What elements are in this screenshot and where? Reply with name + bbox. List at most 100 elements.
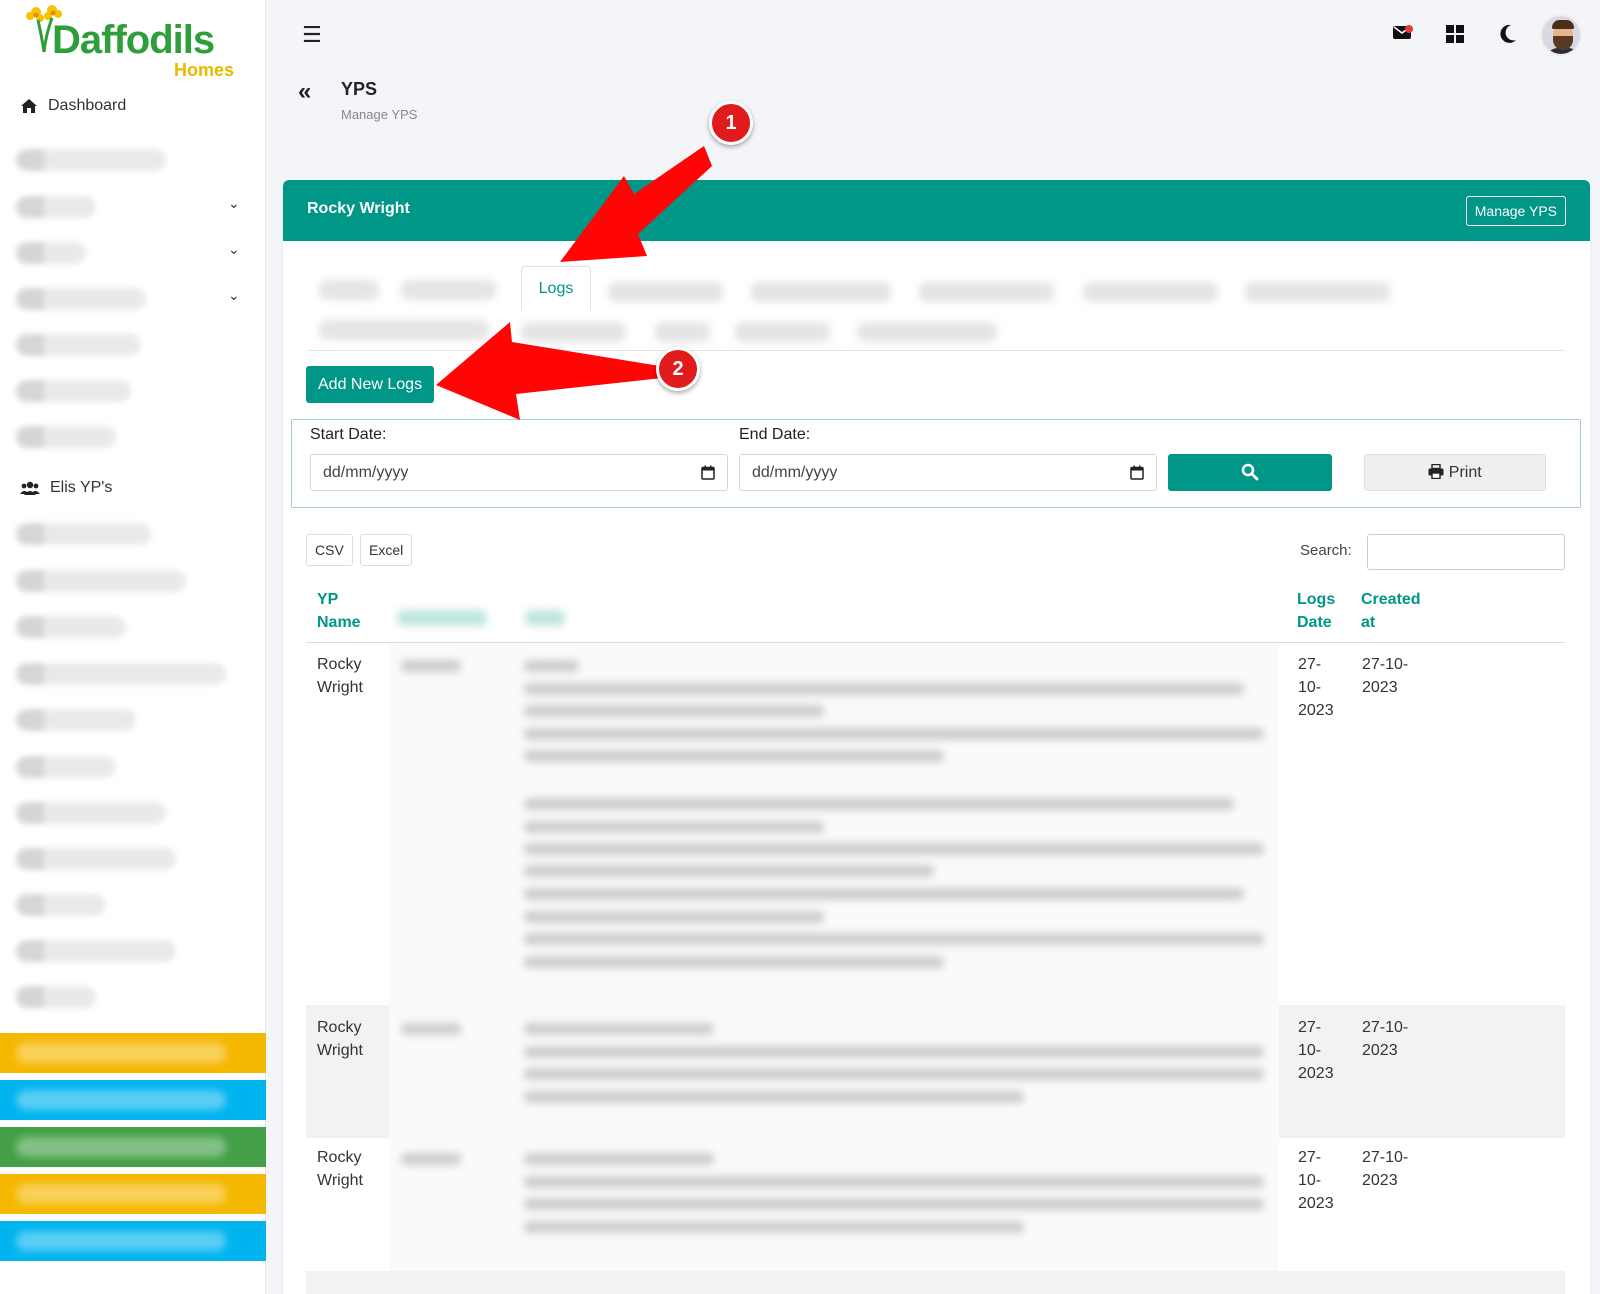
add-new-logs-button[interactable]: Add New Logs bbox=[306, 366, 435, 403]
tab-blurred[interactable] bbox=[319, 280, 379, 300]
cell-logs-date: 27- 10- 2023 bbox=[1298, 1149, 1334, 1212]
sidebar-item-blurred[interactable] bbox=[16, 802, 166, 824]
sidebar-item-blurred[interactable] bbox=[16, 426, 116, 448]
page-title: YPS bbox=[341, 79, 378, 99]
printer-icon bbox=[1428, 463, 1444, 480]
sidebar-item-blurred[interactable] bbox=[16, 986, 96, 1008]
sidebar-item-elis-yps[interactable]: Elis YP's bbox=[20, 479, 112, 497]
sidebar-item-blurred[interactable] bbox=[16, 523, 151, 545]
sidebar-item-blurred[interactable] bbox=[16, 196, 96, 218]
sidebar-item-blurred[interactable] bbox=[16, 663, 226, 685]
start-date-label: Start Date: bbox=[310, 426, 387, 443]
sidebar: Daffodils Homes Dashboard ⌄ ⌄ ⌄ Elis YP'… bbox=[0, 0, 266, 1294]
avatar[interactable] bbox=[1540, 14, 1582, 56]
cell-logs-date: 27- 10- 2023 bbox=[1298, 1019, 1334, 1082]
logo-brand-text: Daffodils bbox=[52, 18, 215, 62]
start-date-input[interactable]: dd/mm/yyyy bbox=[310, 454, 728, 491]
tab-blurred[interactable] bbox=[608, 282, 723, 302]
tab-blurred[interactable] bbox=[751, 282, 891, 302]
column-header-yp-name[interactable]: YP Name bbox=[317, 588, 361, 634]
callout-2-badge: 2 bbox=[656, 347, 700, 391]
double-chevron-left-icon[interactable]: « bbox=[298, 78, 311, 106]
table-row[interactable]: Rocky Wright 27- 10- 2023 27-10- 2023 bbox=[306, 1138, 1565, 1271]
chevron-down-icon[interactable]: ⌄ bbox=[228, 195, 240, 212]
sidebar-highlight-item[interactable] bbox=[0, 1174, 266, 1214]
chevron-down-icon[interactable]: ⌄ bbox=[228, 287, 240, 304]
logo-sub-text: Homes bbox=[174, 60, 235, 80]
sidebar-item-blurred[interactable] bbox=[16, 894, 106, 916]
search-icon bbox=[1241, 463, 1259, 481]
tab-blurred[interactable] bbox=[655, 322, 710, 342]
sidebar-item-blurred[interactable] bbox=[16, 570, 186, 592]
tab-logs[interactable]: Logs bbox=[521, 266, 591, 310]
sidebar-item-blurred[interactable] bbox=[16, 149, 166, 171]
callout-1-badge: 1 bbox=[709, 101, 753, 145]
tabs-divider bbox=[307, 350, 1565, 351]
card-title: Rocky Wright bbox=[307, 200, 410, 217]
print-label: Print bbox=[1448, 464, 1482, 481]
column-header-blurred[interactable] bbox=[525, 610, 565, 626]
cell-yp-name: Rocky Wright bbox=[317, 1019, 363, 1059]
end-date-label: End Date: bbox=[739, 426, 811, 443]
sidebar-item-dashboard[interactable]: Dashboard bbox=[20, 97, 126, 115]
sidebar-item-blurred[interactable] bbox=[16, 616, 126, 638]
column-header-logs-date[interactable]: Logs Date bbox=[1297, 588, 1335, 634]
grid-icon[interactable] bbox=[1446, 25, 1464, 43]
table-row[interactable]: Rocky Wright 27- 10- 2023 27-10- 2023 bbox=[306, 1005, 1565, 1138]
daffodils-logo[interactable]: Daffodils Homes bbox=[26, 4, 236, 80]
users-icon bbox=[20, 481, 40, 495]
sidebar-highlight-item[interactable] bbox=[0, 1080, 266, 1120]
cell-created-at: 27-10- 2023 bbox=[1362, 1019, 1409, 1059]
menu-icon[interactable]: ☰ bbox=[302, 22, 322, 48]
sidebar-item-blurred[interactable] bbox=[16, 242, 86, 264]
sidebar-item-blurred[interactable] bbox=[16, 756, 116, 778]
tab-blurred[interactable] bbox=[857, 322, 997, 342]
sidebar-item-blurred[interactable] bbox=[16, 709, 136, 731]
table-search-label: Search: bbox=[1300, 542, 1352, 559]
end-date-input[interactable]: dd/mm/yyyy bbox=[739, 454, 1157, 491]
moon-icon[interactable] bbox=[1499, 24, 1517, 44]
sidebar-item-blurred[interactable] bbox=[16, 848, 176, 870]
print-button[interactable]: Print bbox=[1364, 454, 1546, 491]
table-row[interactable] bbox=[306, 1271, 1565, 1294]
start-date-placeholder: dd/mm/yyyy bbox=[323, 464, 409, 481]
sidebar-item-label: Dashboard bbox=[48, 97, 127, 114]
yp-card: Rocky Wright Manage YPS Logs Add New Log… bbox=[283, 180, 1590, 1294]
cell-created-at: 27-10- 2023 bbox=[1362, 1149, 1409, 1189]
search-button[interactable] bbox=[1168, 454, 1332, 491]
column-header-blurred[interactable] bbox=[397, 610, 487, 626]
card-header: Rocky Wright Manage YPS bbox=[283, 180, 1590, 241]
tab-blurred[interactable] bbox=[1245, 282, 1390, 302]
cell-logs-date: 27- 10- 2023 bbox=[1298, 656, 1334, 719]
csv-export-button[interactable]: CSV bbox=[306, 534, 353, 566]
cell-yp-name: Rocky Wright bbox=[317, 656, 363, 696]
calendar-icon[interactable] bbox=[701, 455, 715, 493]
tab-blurred[interactable] bbox=[401, 280, 496, 300]
sidebar-item-blurred[interactable] bbox=[16, 380, 131, 402]
tab-blurred[interactable] bbox=[319, 320, 489, 340]
cell-yp-name: Rocky Wright bbox=[317, 1149, 363, 1189]
tab-blurred[interactable] bbox=[521, 322, 626, 342]
sidebar-item-label: Elis YP's bbox=[50, 479, 113, 496]
excel-export-button[interactable]: Excel bbox=[360, 534, 413, 566]
end-date-placeholder: dd/mm/yyyy bbox=[752, 464, 838, 481]
sidebar-item-blurred[interactable] bbox=[16, 288, 146, 310]
table-row[interactable]: Rocky Wright 27- 10- 2023 27-10- 2023 bbox=[306, 643, 1565, 1005]
cell-created-at: 27-10- 2023 bbox=[1362, 656, 1409, 696]
chevron-down-icon[interactable]: ⌄ bbox=[228, 241, 240, 258]
date-filter-panel: Start Date: End Date: dd/mm/yyyy dd/mm/y… bbox=[291, 419, 1581, 508]
column-header-created-at[interactable]: Created at bbox=[1361, 588, 1421, 634]
sidebar-highlight-item[interactable] bbox=[0, 1127, 266, 1167]
tab-blurred[interactable] bbox=[735, 322, 830, 342]
notification-dot bbox=[1405, 25, 1413, 33]
sidebar-highlight-item[interactable] bbox=[0, 1033, 266, 1073]
tab-blurred[interactable] bbox=[919, 282, 1054, 302]
calendar-icon[interactable] bbox=[1130, 455, 1144, 493]
manage-yps-button[interactable]: Manage YPS bbox=[1465, 196, 1566, 226]
home-icon bbox=[21, 99, 37, 113]
sidebar-item-blurred[interactable] bbox=[16, 940, 176, 962]
sidebar-highlight-item[interactable] bbox=[0, 1221, 266, 1261]
table-search-input[interactable] bbox=[1367, 534, 1565, 570]
tab-blurred[interactable] bbox=[1083, 282, 1218, 302]
sidebar-item-blurred[interactable] bbox=[16, 334, 141, 356]
